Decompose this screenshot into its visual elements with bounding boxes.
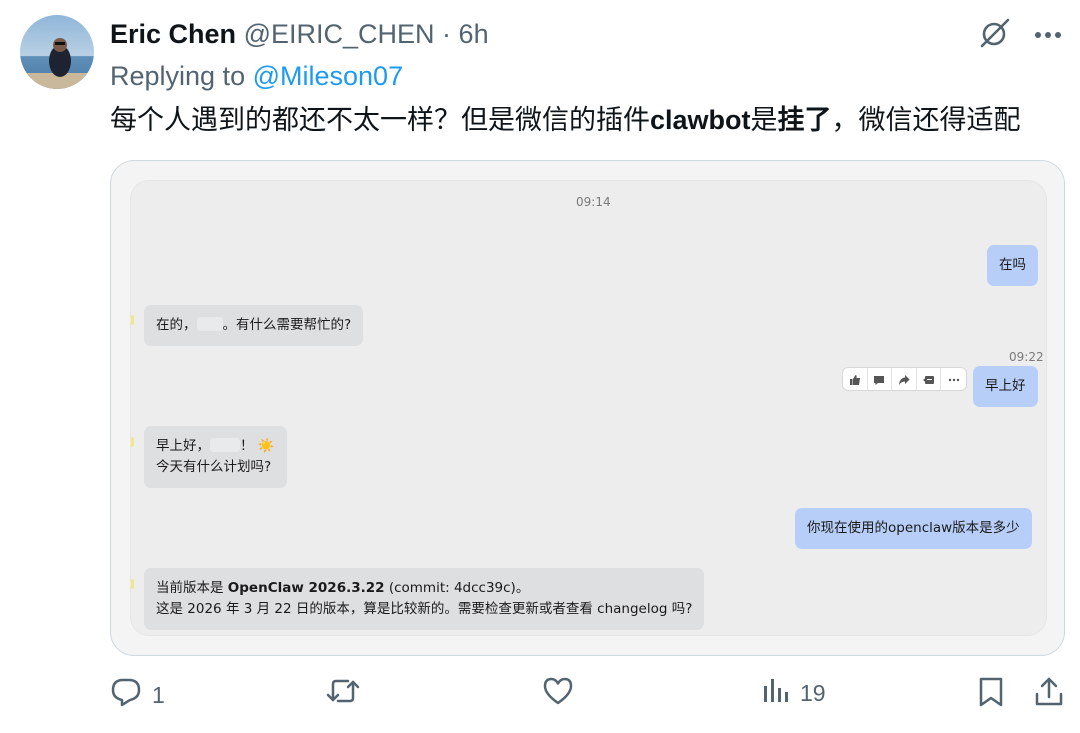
- views-icon: [762, 676, 790, 710]
- tweet-text: 每个人遇到的都还不太一样？但是微信的插件clawbot是挂了，微信还得适配: [110, 100, 1021, 140]
- retweet-icon: [326, 676, 360, 712]
- msg-text: (commit: 4dcc39c)。: [384, 580, 530, 596]
- tweet-text-1: 每个人遇到的都还不太一样？但是微信的插件: [110, 105, 650, 135]
- avatar[interactable]: [20, 15, 94, 89]
- views-button[interactable]: 19: [762, 676, 826, 710]
- bookmark-icon: [977, 676, 1005, 714]
- msg-text: 早上好，: [156, 438, 210, 454]
- reply-button[interactable]: 1: [110, 676, 165, 714]
- msg-text: ！: [240, 438, 254, 454]
- message-marker: [131, 315, 134, 325]
- msg-text: 这是 2026 年 3 月 22 日的版本，算是比较新的。需要检查更新或者查看 …: [156, 601, 693, 617]
- replying-to: Replying to @Mileson07: [110, 58, 403, 94]
- share-button[interactable]: [1034, 676, 1064, 714]
- chat-timestamp: 09:14: [576, 195, 611, 209]
- sun-emoji: ☀️: [257, 438, 275, 454]
- message-action-bar: [842, 367, 967, 391]
- thumbs-up-icon[interactable]: [843, 368, 868, 390]
- chat-screenshot: 09:14 在吗 在的， 。有什么需要帮忙的? 09:22 早上好 早上好， ！: [131, 181, 1046, 635]
- author-handle[interactable]: @EIRIC_CHEN: [244, 19, 435, 49]
- redacted-name: [210, 438, 240, 452]
- forward-icon[interactable]: [892, 368, 917, 390]
- grok-icon[interactable]: [978, 16, 1012, 55]
- mention-link[interactable]: @Mileson07: [253, 61, 403, 91]
- msg-text: 。有什么需要帮忙的?: [222, 317, 352, 333]
- message-marker: [131, 579, 134, 589]
- bookmark-button[interactable]: [977, 676, 1005, 714]
- more-icon[interactable]: [1034, 27, 1062, 45]
- chat-message-received: 在的， 。有什么需要帮忙的?: [144, 305, 364, 346]
- ellipsis-icon[interactable]: [941, 368, 966, 390]
- chat-message-sent: 在吗: [987, 245, 1038, 286]
- like-button[interactable]: [542, 676, 574, 712]
- message-marker: [131, 437, 134, 447]
- views-count: 19: [800, 679, 826, 706]
- share-icon: [1034, 676, 1064, 714]
- msg-text: 当前版本是: [156, 580, 228, 596]
- chat-message-sent: 你现在使用的openclaw版本是多少: [795, 508, 1032, 549]
- msg-text: 今天有什么计划吗?: [156, 459, 272, 475]
- chat-message-sent: 早上好: [973, 366, 1038, 407]
- chat-message-received: 早上好， ！ ☀️ 今天有什么计划吗?: [144, 426, 287, 488]
- comment-icon[interactable]: [868, 368, 893, 390]
- time-separator: ·: [442, 19, 452, 49]
- chat-message-received: 当前版本是 OpenClaw 2026.3.22 (commit: 4dcc39…: [144, 568, 705, 630]
- post-time[interactable]: 6h: [459, 19, 489, 49]
- tweet-text-bold-1: clawbot: [650, 105, 751, 135]
- redacted-name: [196, 317, 223, 331]
- like-icon: [542, 676, 574, 712]
- tweet-text-3: ，微信还得适配: [831, 105, 1021, 135]
- top-actions: [978, 16, 1062, 55]
- reply-count: 1: [152, 681, 165, 708]
- chat-timestamp: 09:22: [1009, 350, 1044, 364]
- author-name[interactable]: Eric Chen: [110, 19, 236, 49]
- media-image[interactable]: 09:14 在吗 在的， 。有什么需要帮忙的? 09:22 早上好 早上好， ！: [110, 160, 1065, 656]
- replying-to-label: Replying to: [110, 61, 246, 91]
- engagement-bar: 1 19: [0, 676, 1080, 716]
- reply-icon: [110, 676, 142, 714]
- retweet-button[interactable]: [326, 676, 360, 712]
- version-bold: OpenClaw 2026.3.22: [227, 580, 385, 596]
- tweet-header: Eric Chen @EIRIC_CHEN · 6h: [110, 16, 489, 52]
- tweet-text-2: 是: [750, 105, 778, 135]
- quote-icon[interactable]: [917, 368, 942, 390]
- tweet-text-bold-2: 挂了: [777, 105, 832, 135]
- msg-text: 在的，: [156, 317, 197, 333]
